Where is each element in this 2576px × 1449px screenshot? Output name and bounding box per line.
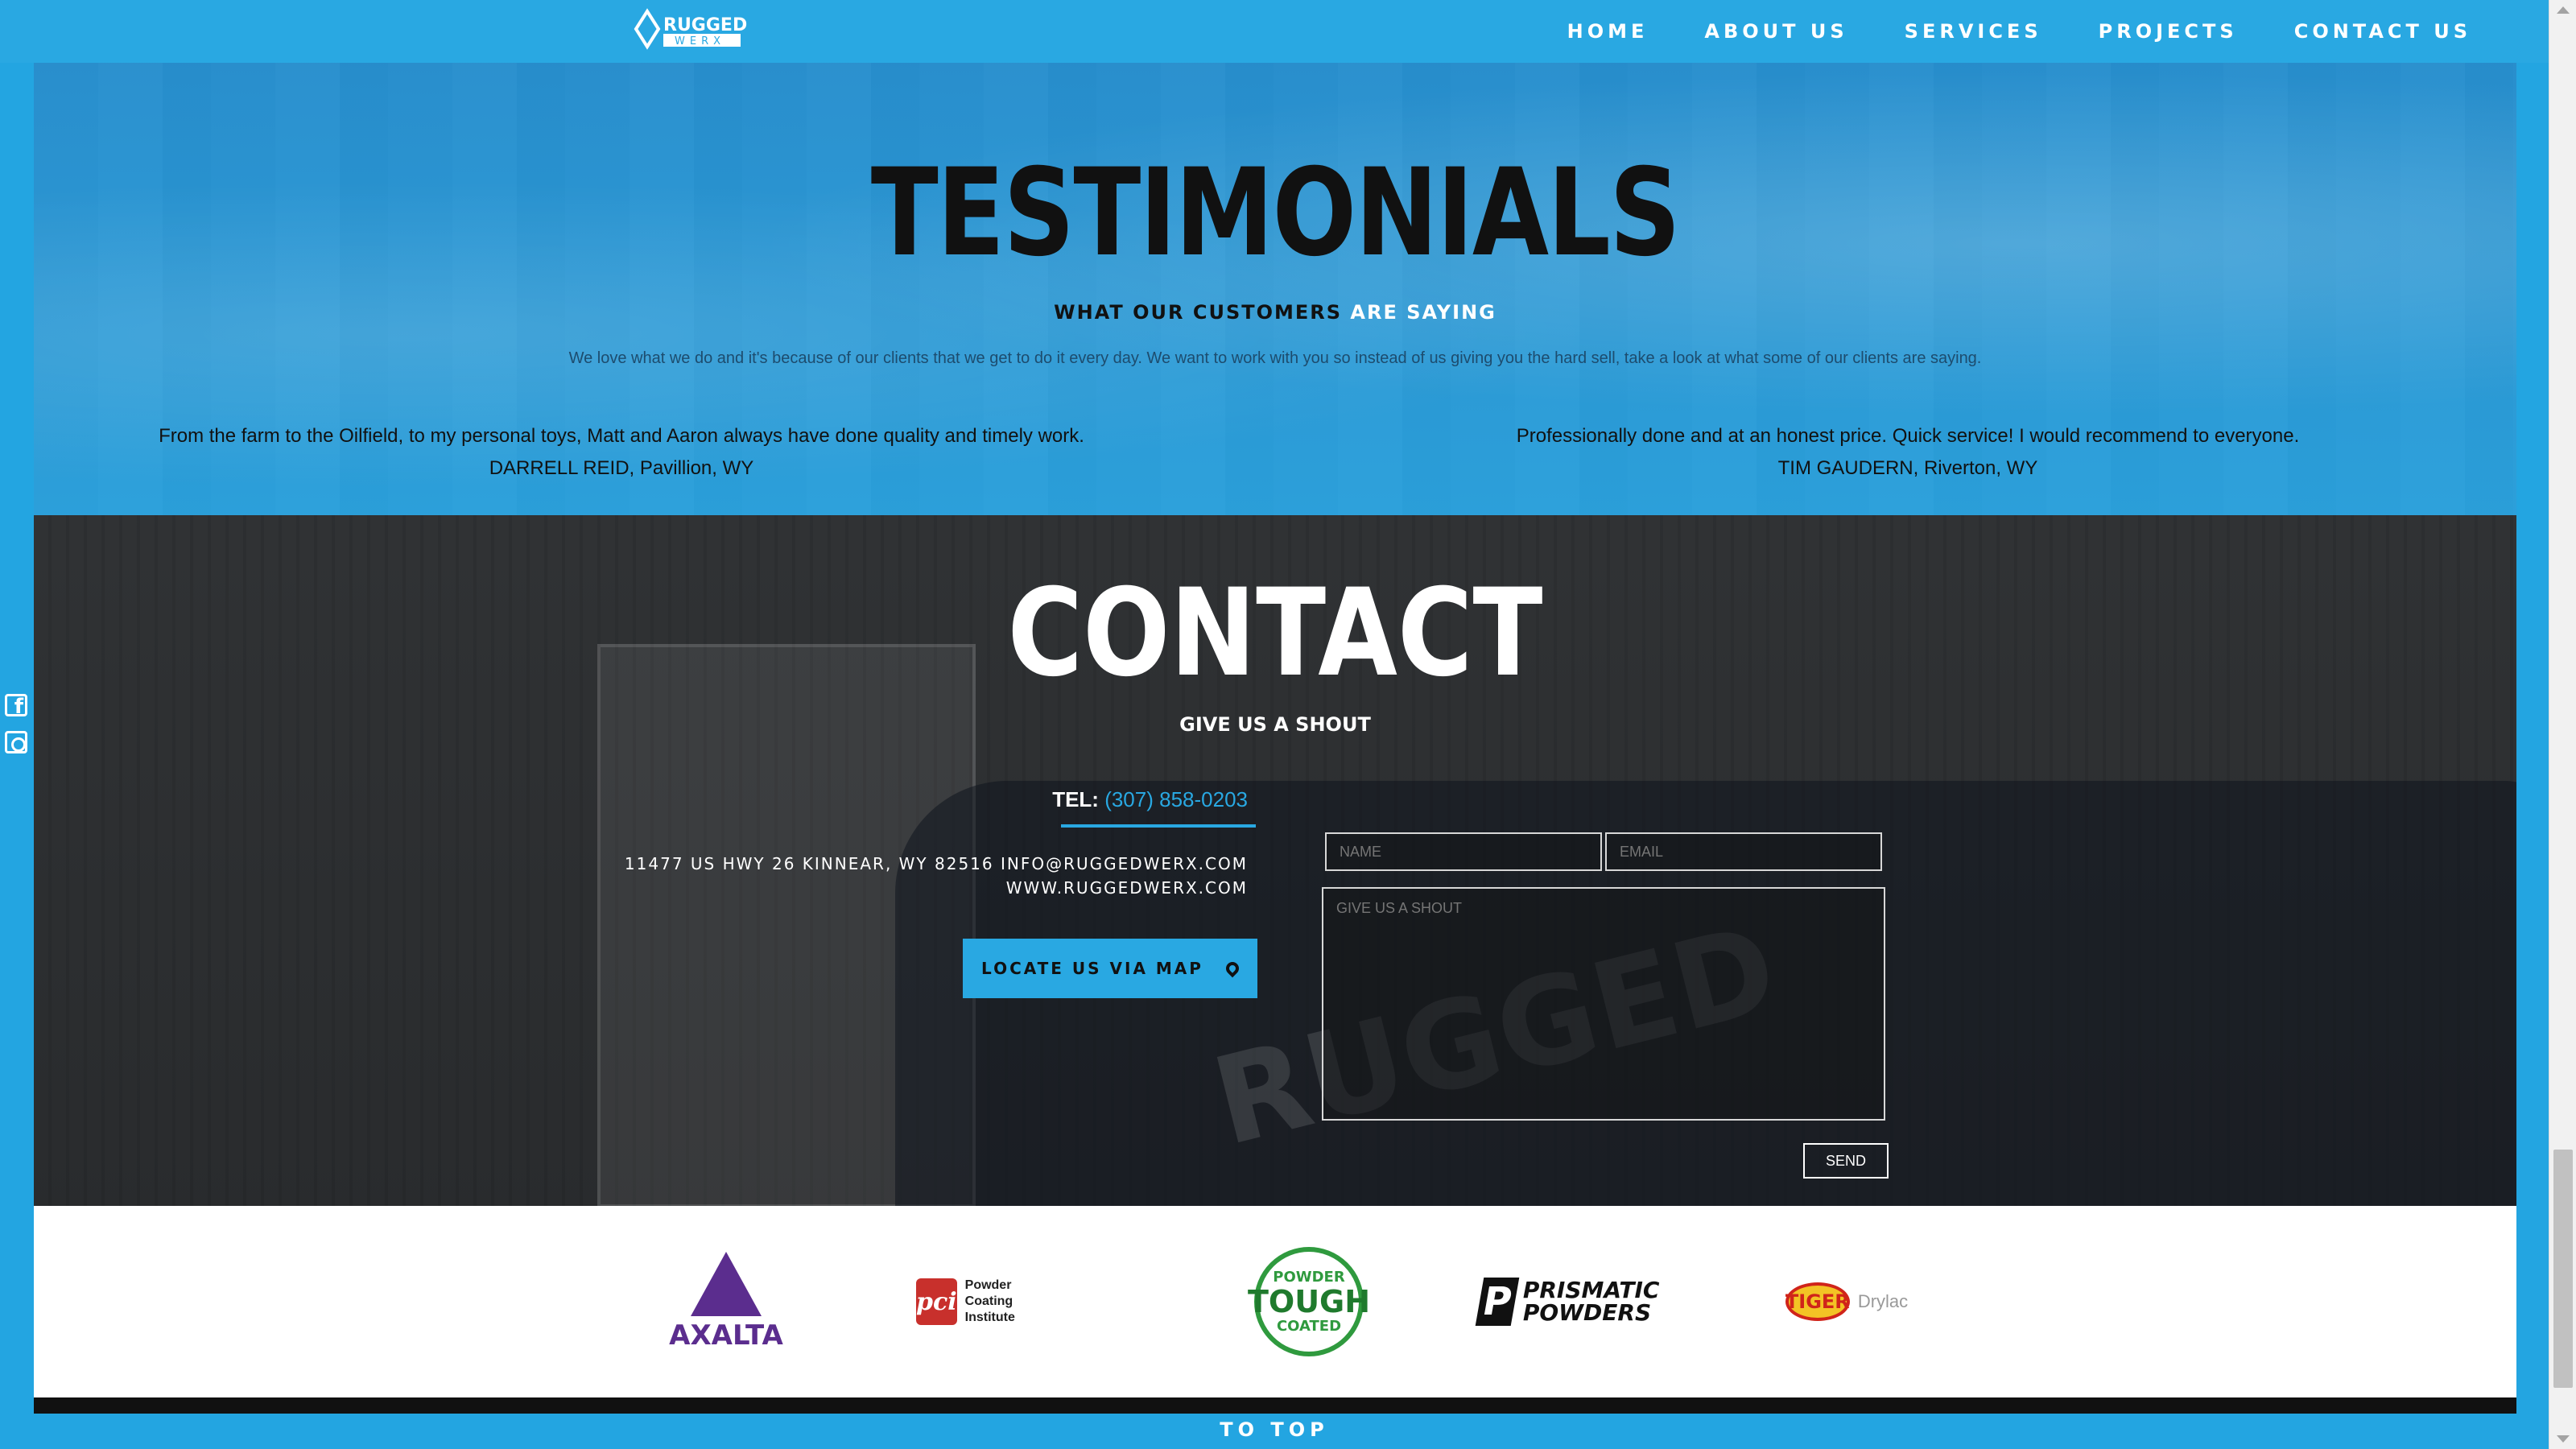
email-field[interactable] bbox=[1605, 832, 1882, 871]
contact-section: RUGGED CONTACT GIVE US A SHOUT TEL: (307… bbox=[34, 515, 2516, 1206]
pci-text: Powder Coating Institute bbox=[964, 1278, 1015, 1324]
nav-projects[interactable]: PROJECTS bbox=[2099, 20, 2238, 43]
prismatic-powders-logo[interactable]: P PRISMATIC POWDERS bbox=[1475, 1206, 1689, 1397]
page-scrollbar[interactable] bbox=[2549, 0, 2576, 1449]
subtitle-part: CUSTOMERS bbox=[1192, 301, 1343, 324]
tiger-mark-icon: TIGER bbox=[1785, 1282, 1850, 1321]
address-block: 11477 US HWY 26 KINNEAR, WY 82516 INFO@R… bbox=[523, 852, 1248, 900]
tel-label: TEL: bbox=[1052, 787, 1105, 811]
contact-subtitle: GIVE US A SHOUT bbox=[1179, 713, 1371, 736]
pci-logo[interactable]: pci Powder Coating Institute bbox=[916, 1206, 1045, 1397]
svg-text:RUGGED: RUGGED bbox=[663, 15, 747, 35]
axalta-text: AXALTA bbox=[669, 1319, 783, 1352]
drylac-text: Drylac bbox=[1857, 1291, 1909, 1311]
message-field[interactable] bbox=[1322, 887, 1885, 1121]
to-top-link[interactable]: TO TOP bbox=[0, 1418, 2549, 1441]
social-links bbox=[5, 694, 29, 768]
testimonial-quote: From the farm to the Oilfield, to my per… bbox=[138, 420, 1104, 485]
send-button[interactable]: SEND bbox=[1803, 1143, 1889, 1179]
quote-text: Professionally done and at an honest pri… bbox=[1516, 425, 2300, 447]
scroll-down-arrow-icon[interactable] bbox=[2557, 1435, 2570, 1443]
locate-map-button[interactable]: LOCATE US VIA MAP bbox=[963, 939, 1257, 998]
badge-mid: TOUGH bbox=[1247, 1284, 1371, 1319]
nav-about-us[interactable]: ABOUT US bbox=[1704, 20, 1847, 43]
testimonials-section: TESTIMONIALS WHAT OUR CUSTOMERS ARE SAYI… bbox=[34, 63, 2516, 515]
quote-text: From the farm to the Oilfield, to my per… bbox=[159, 425, 1084, 447]
tel-underline bbox=[1061, 824, 1256, 828]
phone-line: TEL: (307) 858-0203 bbox=[1052, 787, 1248, 812]
axalta-logo[interactable]: AXALTA bbox=[662, 1206, 791, 1397]
tough-badge: POWDER TOUGH COATED bbox=[1248, 1247, 1370, 1356]
map-pin-icon bbox=[1223, 959, 1242, 978]
pci-mark-icon: pci bbox=[916, 1278, 957, 1325]
testimonials-intro: We love what we do and it's because of o… bbox=[568, 349, 1982, 367]
badge-top: POWDER bbox=[1273, 1269, 1345, 1286]
brand-logos: AXALTA pci Powder Coating Institute POWD… bbox=[34, 1206, 2516, 1397]
quote-author: TIM GAUDERN, Riverton, WY bbox=[1777, 457, 2038, 479]
prismatic-text: PRISMATIC POWDERS bbox=[1522, 1277, 1660, 1326]
footer-bar bbox=[34, 1397, 2516, 1414]
axalta-mark-icon bbox=[691, 1252, 762, 1316]
website-line: WWW.RUGGEDWERX.COM bbox=[1005, 878, 1248, 898]
badge-bot: COATED bbox=[1276, 1318, 1342, 1335]
nav-contact-us[interactable]: CONTACT US bbox=[2294, 20, 2471, 43]
main-nav: HOME ABOUT US SERVICES PROJECTS CONTACT … bbox=[1567, 0, 2471, 63]
nav-home[interactable]: HOME bbox=[1567, 20, 1649, 43]
subtitle-part: WHAT OUR bbox=[1054, 301, 1193, 324]
address-line: 11477 US HWY 26 KINNEAR, WY 82516 INFO@R… bbox=[624, 854, 1248, 873]
phone-link[interactable]: (307) 858-0203 bbox=[1104, 787, 1248, 811]
tiger-drylac-logo[interactable]: TIGER Drylac bbox=[1734, 1206, 1959, 1397]
facebook-icon[interactable] bbox=[5, 694, 27, 719]
prismatic-mark-icon: P bbox=[1475, 1278, 1520, 1326]
instagram-icon[interactable] bbox=[5, 731, 27, 753]
quote-author: DARRELL REID, Pavillion, WY bbox=[489, 457, 754, 479]
svg-text:WERX: WERX bbox=[675, 35, 725, 47]
nav-services[interactable]: SERVICES bbox=[1905, 20, 2042, 43]
subtitle-highlight: ARE SAYING bbox=[1342, 301, 1496, 324]
contact-title: CONTACT bbox=[1007, 564, 1543, 704]
map-button-label: LOCATE US VIA MAP bbox=[981, 959, 1203, 978]
testimonials-title: TESTIMONIALS bbox=[870, 143, 1681, 283]
top-navbar: RUGGED WERX HOME ABOUT US SERVICES PROJE… bbox=[0, 0, 2549, 63]
rugged-werx-logo[interactable]: RUGGED WERX bbox=[630, 6, 747, 52]
testimonials-subtitle: WHAT OUR CUSTOMERS ARE SAYING bbox=[34, 301, 2516, 324]
scrollbar-thumb[interactable] bbox=[2553, 1150, 2573, 1388]
scroll-up-arrow-icon[interactable] bbox=[2557, 6, 2570, 14]
testimonial-quote: Professionally done and at an honest pri… bbox=[1425, 420, 2391, 485]
powder-tough-logo[interactable]: POWDER TOUGH COATED bbox=[1216, 1206, 1402, 1397]
name-field[interactable] bbox=[1325, 832, 1602, 871]
